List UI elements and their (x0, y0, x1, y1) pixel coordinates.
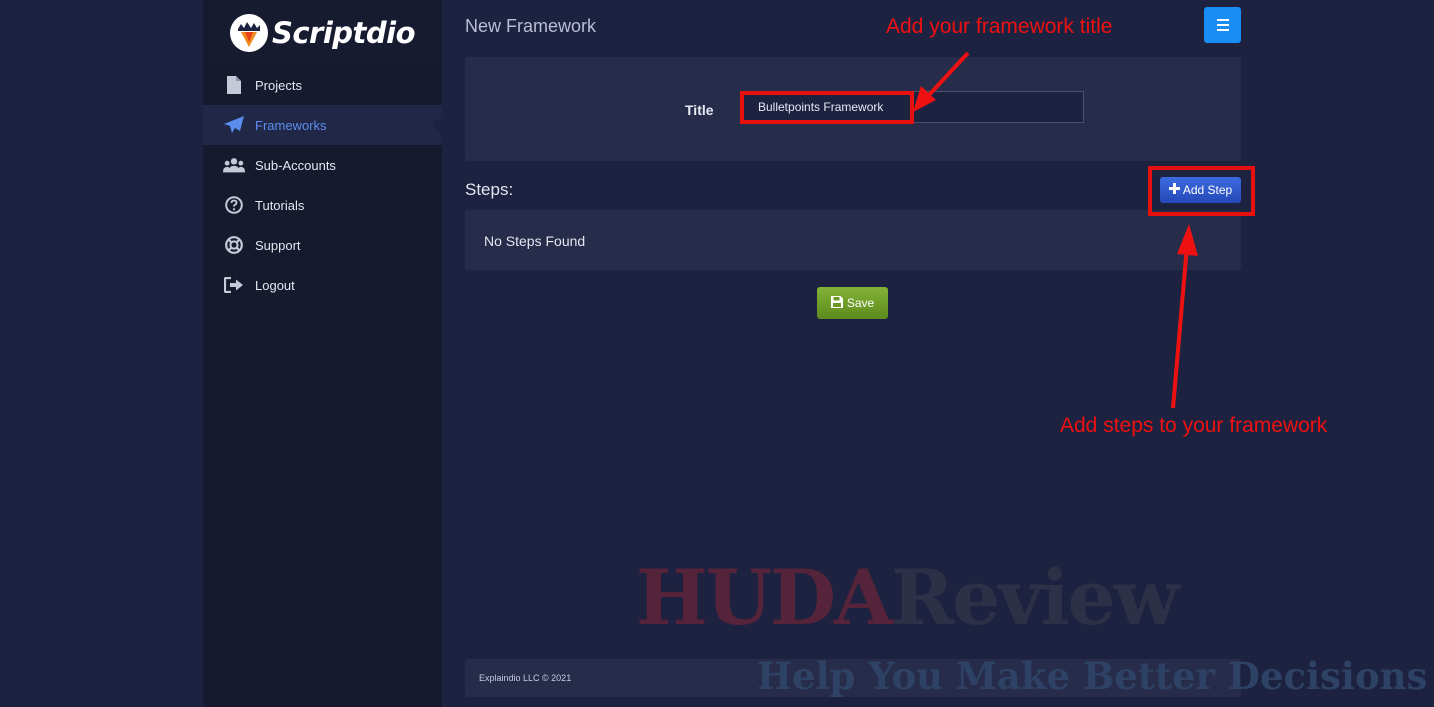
steps-label: Steps: (465, 180, 514, 199)
menu-toggle-button[interactable] (1204, 7, 1241, 43)
sidebar-item-sub-accounts[interactable]: Sub-Accounts (203, 145, 442, 185)
file-icon (223, 75, 245, 95)
watermark-logo: HUDAReview (636, 560, 1179, 636)
sidebar-item-projects[interactable]: Projects (203, 65, 442, 105)
sidebar-nav: Projects Frameworks Sub-Accounts Tutoria… (203, 65, 443, 305)
floppy-disk-icon (830, 295, 843, 311)
sidebar-item-logout[interactable]: Logout (203, 265, 442, 305)
users-icon (223, 155, 245, 175)
steps-list: No Steps Found (465, 210, 1241, 270)
sidebar-item-label: Sub-Accounts (255, 157, 336, 173)
lifebuoy-icon (223, 235, 245, 255)
sidebar-item-label: Projects (255, 77, 302, 93)
brand-name: Scriptdio (271, 15, 416, 50)
save-label: Save (846, 296, 875, 310)
sidebar-item-tutorials[interactable]: Tutorials (203, 185, 442, 225)
watermark-tagline: Help You Make Better Decisions (757, 654, 1428, 698)
sidebar-item-frameworks[interactable]: Frameworks (203, 105, 443, 145)
sidebar: Scriptdio Projects Frameworks Sub-Accoun… (203, 0, 443, 707)
empty-steps-message: No Steps Found (484, 233, 586, 249)
title-label: Title (685, 102, 714, 118)
title-annotation: Add your framework title (886, 15, 1113, 38)
sidebar-item-support[interactable]: Support (203, 225, 442, 265)
sidebar-item-label: Logout (255, 277, 295, 293)
page-title: New Framework (465, 16, 597, 36)
watermark-part1: HUDA (636, 553, 893, 642)
watermark-part2: Review (890, 553, 1179, 642)
sidebar-item-label: Tutorials (255, 197, 305, 213)
save-button[interactable]: Save (817, 287, 888, 319)
logo[interactable]: Scriptdio (203, 0, 442, 65)
footer-copyright: Explaindio LLC © 2021 (479, 673, 572, 683)
steps-annotation: Add steps to your framework (1060, 414, 1328, 437)
add-step-highlight-box (1148, 166, 1255, 216)
title-highlight-box (740, 91, 914, 124)
sidebar-item-label: Support (255, 237, 301, 253)
logo-icon (229, 13, 268, 52)
question-circle-icon (223, 195, 245, 215)
hamburger-icon (1216, 19, 1229, 21)
sign-out-icon (223, 275, 245, 295)
paper-plane-icon (223, 115, 245, 135)
sidebar-item-label: Frameworks (255, 117, 327, 133)
